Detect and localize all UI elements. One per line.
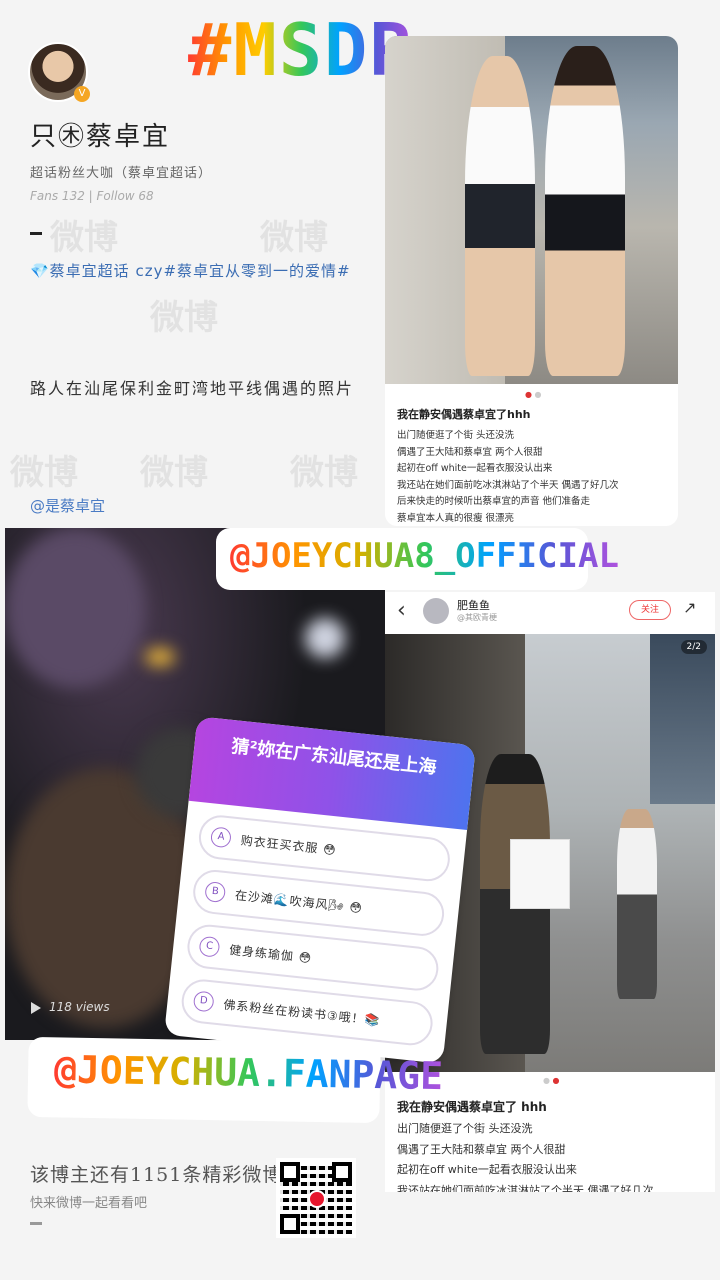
post-card-top[interactable]: ● ● 我在静安偶遇蔡卓宜了hhh 出门随便逛了个街 头还没洗 偶遇了王大陆和蔡… [385,36,678,526]
stats-divider: | [88,189,97,203]
back-icon[interactable]: ‹ [397,598,406,623]
follow-count[interactable]: Follow 68 [97,189,154,203]
photo-person [465,56,535,376]
video-blur [305,618,345,658]
verified-badge-icon: V [74,86,90,102]
card-body: 出门随便逛了个街 头还没洗 偶遇了王大陆和蔡卓宜 两个人很甜 起初在off wh… [397,428,672,526]
quiz-sticker[interactable]: 猜²妳在广东汕尾还是上海 A 购衣狂买衣服 😳 B 在沙滩🌊吹海风🌬 😳 C 健… [164,716,476,1064]
carousel-dots: ● ● [543,1076,560,1085]
card-title: 我在静安偶遇蔡卓宜了 hhh [397,1100,547,1114]
fans-count[interactable]: Fans 132 [30,189,85,203]
post-text: 路人在汕尾保利金町湾地平线偶遇的照片 [30,379,355,398]
footer-promo: 该博主还有1151条精彩微博 [30,1164,283,1186]
photo-person [617,809,657,999]
page-indicator: 2/2 [680,640,707,654]
card-line: 偶遇了王大陆和蔡卓宜 两个人很甜 [397,446,543,458]
user-handle: @其欧青梗 [457,613,497,622]
weibo-logo-icon [308,1190,326,1208]
follow-button[interactable]: 关注 [629,600,671,620]
footer-subtext: 快来微博一起看看吧 [30,1196,148,1211]
qr-corner [332,1162,352,1182]
photo-person [545,46,625,376]
card-line: 起初在off white一起看衣服没认出来 [397,463,553,474]
card-line: 蔡卓宜本人真的很瘦 很漂亮 [397,512,515,524]
option-text: 佛系粉丝在粉读书③哦！📚 [222,997,382,1028]
play-icon[interactable] [31,1001,41,1014]
option-letter: C [198,935,221,958]
photo-tower [650,634,715,804]
video-views: 118 views [31,1000,110,1014]
user-name[interactable]: 肥鱼鱼 [457,597,490,613]
card-body: 出门随便逛了个街 头还没洗 偶遇了王大陆和蔡卓宜 两个人很甜 起初在off wh… [397,1119,712,1192]
profile-stats: Fans 132 | Follow 68 [30,189,154,203]
card-header: ‹ 肥鱼鱼 @其欧青梗 关注 ↗ [385,592,715,632]
qr-corner [280,1162,300,1182]
mention-link[interactable]: @是蔡卓宜 [30,495,105,516]
fanpage-tag: @JOEYCHUA.FANPAGE [27,1036,443,1124]
card-line: 我还站在她们面前吃冰淇淋站了个半天 偶遇了好几次 [397,1183,654,1193]
divider [30,232,42,235]
card-line: 我还站在她们面前吃冰淇淋站了个半天 偶遇了好几次 [397,479,619,491]
topic-tags[interactable]: 💎蔡卓宜超话 czy#蔡卓宜从零到一的爱情# [30,254,370,288]
photo-bag [510,839,570,909]
profile-panel: V 只㊍蔡卓宜 超话粉丝大咖（蔡卓宜超话） Fans 132 | Follow … [0,0,385,528]
card-line: 后来快走的时候听出蔡卓宜的声音 他们准备走 [397,496,591,507]
profile-bio: 超话粉丝大咖（蔡卓宜超话） [30,166,213,181]
option-text: 在沙滩🌊吹海风🌬 😳 [234,888,364,916]
carousel-dots: ● ● [525,390,542,399]
option-letter: D [192,990,215,1013]
video-blur [145,648,175,666]
card-line: 出门随便逛了个街 头还没洗 [397,430,515,441]
option-letter: A [209,826,232,849]
video-blur [5,528,145,688]
divider [30,1222,42,1225]
avatar[interactable] [423,598,449,624]
official-tag: @JOEYCHUA8_OFFICIAL [216,528,619,590]
post-photo[interactable] [385,36,678,384]
qr-code-icon[interactable] [276,1158,356,1238]
card-line: 偶遇了王大陆和蔡卓宜 两个人很甜 [397,1142,566,1156]
card-title: 我在静安偶遇蔡卓宜了hhh [397,408,531,421]
share-icon[interactable]: ↗ [683,598,696,617]
option-text: 购衣狂买衣服 😳 [240,833,338,858]
option-letter: B [204,881,227,904]
card-line: 起初在off white一起看衣服没认出来 [397,1163,577,1176]
card-line: 出门随便逛了个街 头还没洗 [397,1122,533,1135]
option-text: 健身练瑜伽 😳 [228,942,313,966]
qr-corner [280,1214,300,1234]
profile-name: 只㊍蔡卓宜 [30,122,171,152]
